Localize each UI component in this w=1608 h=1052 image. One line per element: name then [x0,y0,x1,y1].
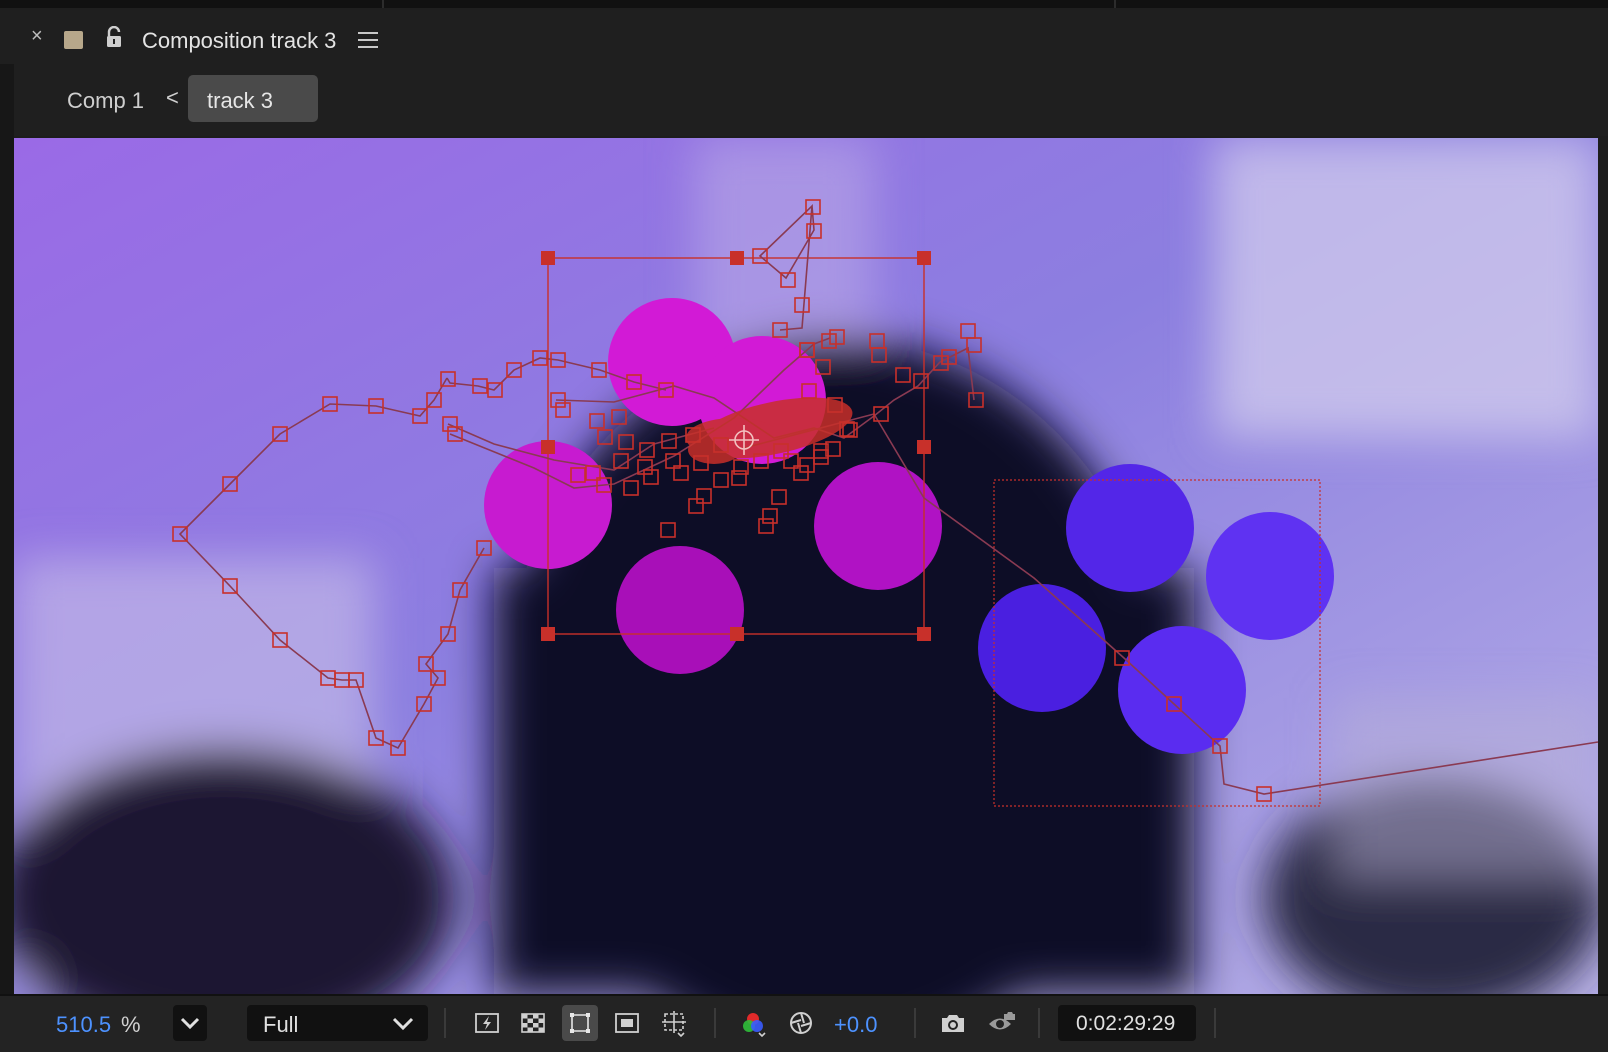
reset-exposure-icon [790,1012,812,1034]
channel-icon [743,1013,766,1037]
label-color-swatch[interactable] [64,31,83,49]
breadcrumb-track-3[interactable]: track 3 [188,75,318,122]
grid-guides-icon [662,1011,686,1037]
show-snapshot-button[interactable] [982,1005,1018,1041]
panel-divider [1114,0,1116,8]
viewer-footer: 510.5 % Full +0.0 0:02:29:29 [0,994,1608,1052]
mask-path-visibility-button[interactable] [562,1005,598,1041]
toolbar-separator [1214,1008,1216,1038]
reset-exposure-button[interactable] [783,1005,819,1041]
close-panel-button[interactable]: × [31,25,43,48]
viewer-canvas[interactable] [14,138,1598,994]
resolution-value: Full [263,1012,299,1037]
chevron-down-icon [392,1017,414,1031]
breadcrumb: Comp 1 < track 3 [0,64,1608,136]
snapshot-icon [942,1015,964,1032]
toolbar-separator [444,1008,446,1038]
top-divider [0,0,1608,8]
fast-preview-icon [475,1013,499,1033]
transparency-grid-button[interactable] [515,1005,551,1041]
breadcrumb-label: track 3 [207,88,274,113]
unlock-icon[interactable] [105,26,123,48]
channel-button[interactable] [735,1005,771,1041]
timecode-value: 0:02:29:29 [1076,1012,1176,1035]
resolution-select[interactable]: Full [247,1005,428,1041]
grid-guides-button[interactable] [656,1005,692,1041]
mask-path-visibility-icon [570,1013,590,1033]
region-of-interest-button[interactable] [609,1005,645,1041]
chevron-left-icon: < [166,85,179,110]
panel-title: Composition track 3 [142,28,337,53]
panel-header: × Composition track 3 [0,8,1608,64]
toolbar-separator [914,1008,916,1038]
current-time-display[interactable]: 0:02:29:29 [1058,1005,1196,1041]
breadcrumb-comp-1[interactable]: Comp 1 [67,88,144,114]
transparency-grid-icon [521,1013,545,1033]
fast-preview-button[interactable] [469,1005,505,1041]
snapshot-button[interactable] [934,1005,970,1041]
toolbar-separator [1038,1008,1040,1038]
panel-divider [382,0,384,8]
region-of-interest-icon [615,1013,639,1033]
chevron-down-icon [180,1017,200,1030]
show-snapshot-icon [989,1012,1015,1030]
zoom-value[interactable]: 510.5 [56,1012,111,1038]
toolbar-separator [714,1008,716,1038]
exposure-value[interactable]: +0.0 [834,1012,877,1038]
zoom-dropdown-button[interactable] [173,1005,207,1041]
panel-left-border [0,64,14,1004]
zoom-unit: % [121,1012,141,1037]
composition-viewer[interactable] [14,138,1598,994]
panel-menu-icon[interactable] [358,32,378,48]
